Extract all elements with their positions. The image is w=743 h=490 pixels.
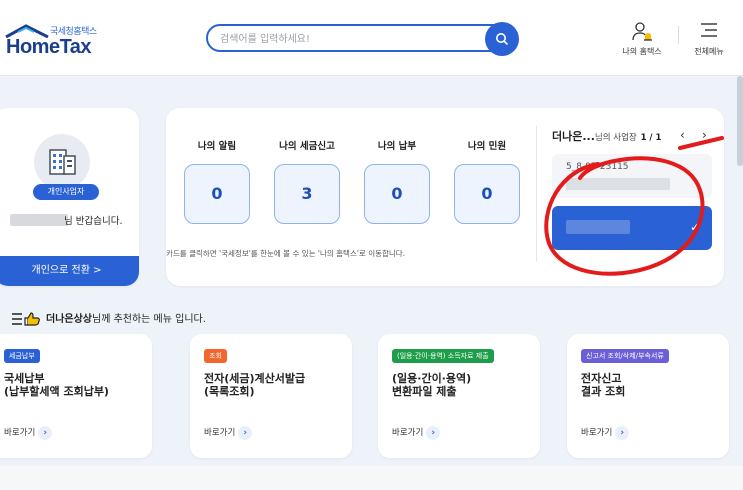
search-bar [206, 22, 519, 56]
check-icon: ✓ [689, 220, 700, 234]
card-title: 국세납부 (납부할세액 조회납부) [4, 372, 109, 398]
profile-card: 개인사업자 님 반갑습니다. 개인으로 전환 > [0, 108, 139, 286]
stat-tax-filings[interactable]: 나의 세금신고 3 [272, 138, 342, 224]
stat-label: 나의 알림 [197, 141, 237, 152]
recommend-suffix: 님께 추천하는 메뉴 입니다. [92, 314, 206, 325]
my-hometax-button[interactable]: 나의 홈택스 [614, 20, 670, 60]
menu-card-e-invoice[interactable]: 조회 전자(세금)계산서발급 (목록조회) 바로가기 › [190, 334, 352, 458]
card-tag: 조회 [204, 349, 227, 363]
go-label: 바로가기 [4, 428, 36, 438]
logo-text: HomeTax [6, 36, 92, 58]
business-suffix: 님의 사업장 [594, 133, 637, 143]
business-info-box: 5_8-97-23115 [552, 154, 712, 198]
go-link[interactable]: 바로가기 › [581, 426, 630, 440]
stat-value: 0 [454, 164, 520, 224]
stat-value: 0 [364, 164, 430, 224]
card-title: (일용·간이·용역) 변환파일 제출 [392, 372, 472, 398]
greeting-text: 님 반갑습니다. [64, 216, 123, 227]
card-tag: (일용·간이·용역) 소득자료 제출 [392, 349, 494, 363]
stat-notifications[interactable]: 나의 알림 0 [182, 138, 252, 224]
go-link[interactable]: 바로가기 › [4, 426, 53, 440]
stat-label: 나의 세금신고 [279, 141, 335, 152]
search-input[interactable] [220, 30, 480, 48]
card-tag: 세금납부 [4, 349, 40, 363]
chevron-right-icon[interactable]: › [702, 128, 707, 142]
go-label: 바로가기 [204, 428, 236, 438]
recommend-title: 더나은상상님께 추천하는 메뉴 입니다. [12, 310, 206, 326]
card-title: 전자(세금)계산서발급 (목록조회) [204, 372, 306, 398]
status-divider [536, 126, 537, 262]
selected-business-button[interactable]: ✓ [552, 206, 712, 250]
business-avatar [34, 134, 90, 190]
all-menu-button[interactable]: 전체메뉴 [684, 20, 734, 60]
status-hint: 카드를 클릭하면 '국세정보'를 한눈에 볼 수 있는 '나의 홈택스'로 이동… [166, 249, 406, 258]
go-link[interactable]: 바로가기 › [204, 426, 253, 440]
user-bell-icon [632, 22, 652, 41]
business-header: 더나은...님의 사업장 1 / 1 [552, 128, 661, 144]
chevron-left-icon[interactable]: ‹ [680, 128, 685, 142]
business-count: 1 / 1 [640, 133, 662, 143]
status-card: 나의 알림 0 나의 세금신고 3 나의 납부 0 나의 민원 0 카드를 클릭… [166, 108, 724, 286]
chevron-right-icon: › [38, 426, 53, 440]
thumbs-up-menu-icon [12, 312, 40, 326]
blurred-business-label [566, 220, 630, 234]
search-button[interactable] [485, 22, 519, 56]
card-title: 전자신고 결과 조회 [581, 372, 626, 398]
menu-card-e-filing-result[interactable]: 신고서 조회/삭제/부속서류 전자신고 결과 조회 바로가기 › [567, 334, 729, 458]
menu-card-tax-payment[interactable]: 세금납부 국세납부 (납부할세액 조회납부) 바로가기 › [0, 334, 152, 458]
chevron-right-icon: › [615, 426, 630, 440]
blurred-user-name [10, 214, 68, 226]
building-icon [49, 149, 76, 175]
chevron-right-icon: › [426, 426, 441, 440]
go-label: 바로가기 [392, 428, 424, 438]
card-tag: 신고서 조회/삭제/부속서류 [581, 349, 669, 363]
go-link[interactable]: 바로가기 › [392, 426, 441, 440]
stat-payments[interactable]: 나의 납부 0 [362, 138, 432, 224]
blurred-business-address [566, 178, 670, 190]
stat-civil-requests[interactable]: 나의 민원 0 [452, 138, 522, 224]
all-menu-label: 전체메뉴 [694, 47, 724, 56]
stat-label: 나의 민원 [467, 141, 507, 152]
recommend-user-name: 더나은상상 [46, 314, 92, 325]
hamburger-icon [701, 23, 717, 37]
search-icon [496, 33, 509, 46]
business-name: 더나은... [552, 130, 595, 143]
switch-to-personal-button[interactable]: 개인으로 전환 > [0, 256, 139, 286]
menu-card-income-file[interactable]: (일용·간이·용역) 소득자료 제출 (일용·간이·용역) 변환파일 제출 바로… [378, 334, 540, 458]
bottom-strip [0, 466, 743, 490]
business-type-badge: 개인사업자 [33, 184, 99, 200]
stat-label: 나의 납부 [377, 141, 417, 152]
business-number: 5_8-97-23115 [566, 162, 629, 172]
header-divider [678, 26, 679, 44]
chevron-right-icon: › [238, 426, 253, 440]
my-hometax-label: 나의 홈택스 [622, 47, 662, 56]
top-header: 국세청홈택스 HomeTax 나의 홈택스 전체메뉴 [0, 0, 743, 76]
page-scrollbar[interactable] [737, 76, 743, 166]
go-label: 바로가기 [581, 428, 613, 438]
stat-value: 3 [274, 164, 340, 224]
stat-value: 0 [184, 164, 250, 224]
hometax-logo[interactable]: 국세청홈택스 HomeTax [4, 20, 114, 60]
